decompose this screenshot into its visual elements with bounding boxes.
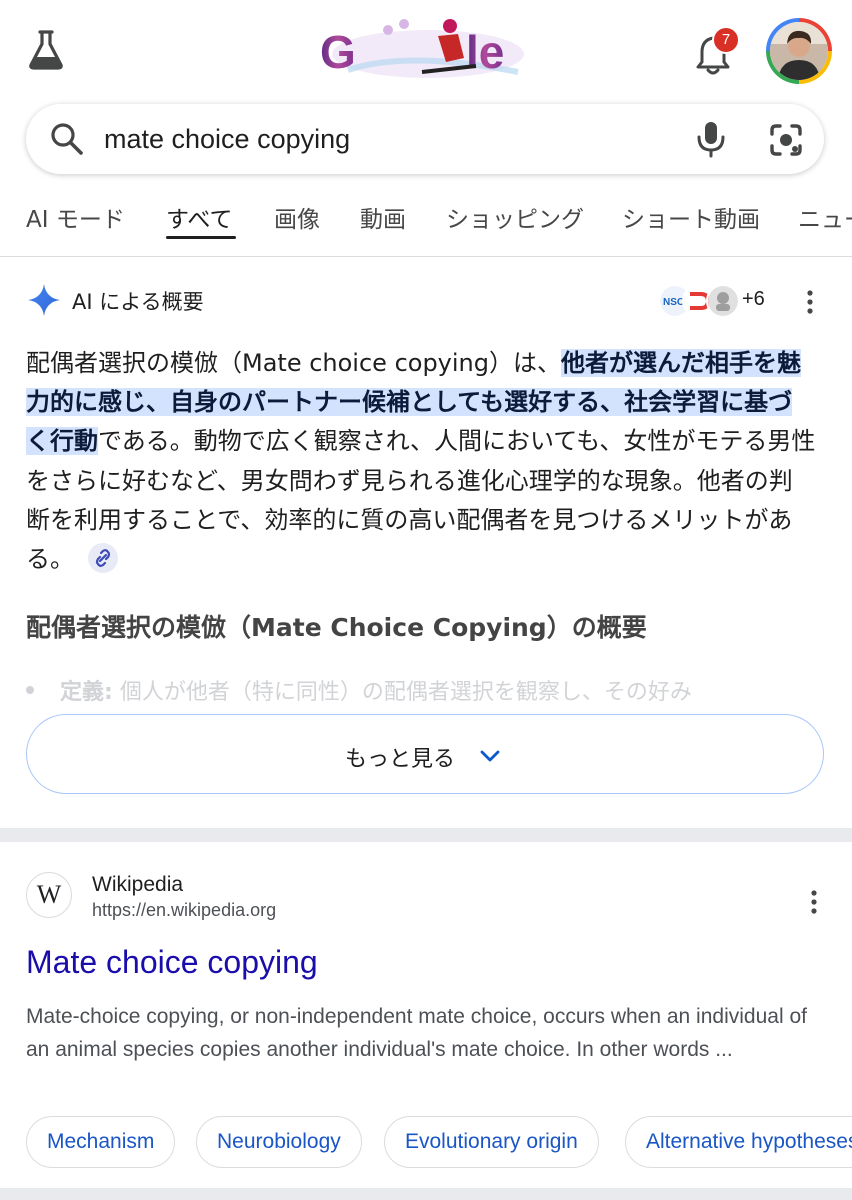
search-bar[interactable]	[26, 104, 824, 174]
notification-count-badge: 7	[712, 26, 740, 54]
chip-mechanism[interactable]: Mechanism	[26, 1116, 176, 1168]
chip-neurobiology[interactable]: Neurobiology	[196, 1116, 362, 1168]
search-tabs: AI モード すべて 画像 動画 ショッピング ショート動画 ニュー	[0, 176, 852, 257]
tab-videos[interactable]: 動画	[360, 200, 406, 234]
ai-overview-header: AI による概要 NSO +6	[26, 282, 826, 322]
tab-short-videos[interactable]: ショート動画	[622, 200, 760, 234]
active-tab-indicator	[166, 236, 236, 239]
mic-icon[interactable]	[694, 120, 728, 158]
tab-all[interactable]: すべて	[166, 200, 232, 234]
more-sources-count[interactable]: +6	[742, 288, 765, 311]
ai-text-rest: である。動物で広く観察され、人間においても、女性がモテる男性をさらに好むなど、男…	[26, 427, 816, 574]
search-input[interactable]	[104, 121, 664, 157]
result-url[interactable]: https://en.wikipedia.org	[92, 900, 276, 921]
ai-overview-subheading: 配偶者選択の模倣（Mate Choice Copying）の概要	[26, 613, 647, 642]
gray-source-icon	[706, 284, 740, 318]
bullet-text: 個人が他者（特に同性）の配偶者選択を観察し、その好み	[119, 680, 692, 705]
result-site-name[interactable]: Wikipedia	[92, 873, 183, 897]
wikipedia-favicon[interactable]: W	[26, 872, 72, 918]
google-doodle-logo[interactable]: G le	[318, 10, 538, 88]
chevron-down-icon	[480, 750, 500, 762]
lens-icon[interactable]	[768, 122, 804, 158]
chip-evolutionary-origin[interactable]: Evolutionary origin	[384, 1116, 599, 1168]
bottom-divider	[0, 1188, 852, 1200]
result-snippet: Mate-choice copying, or non-independent …	[26, 1005, 807, 1061]
tab-ai-mode[interactable]: AI モード	[26, 200, 125, 234]
flask-icon[interactable]	[26, 28, 66, 72]
svg-text:le: le	[466, 26, 504, 78]
section-divider	[0, 828, 852, 842]
source-favicons[interactable]: NSO	[658, 284, 748, 318]
bullet-label: 定義:	[60, 680, 113, 705]
ai-overview-title: AI による概要	[72, 290, 204, 314]
result-more-vert-icon[interactable]	[804, 888, 824, 916]
sparkle-icon	[28, 284, 60, 316]
avatar-photo	[770, 22, 828, 80]
link-icon[interactable]	[88, 543, 118, 574]
show-more-label: もっと見る	[345, 747, 456, 772]
show-more-button[interactable]: もっと見る	[26, 714, 824, 794]
tab-images[interactable]: 画像	[274, 200, 320, 234]
svg-text:G: G	[320, 26, 356, 78]
faded-bullet: 定義: 個人が他者（特に同性）の配偶者選択を観察し、その好み	[26, 674, 826, 714]
notifications[interactable]: 7	[690, 26, 740, 78]
search-icon[interactable]	[50, 122, 84, 156]
bullet-dot	[26, 686, 34, 694]
tab-news[interactable]: ニュー	[798, 200, 852, 234]
result-chips: Mechanism Neurobiology Evolutionary orig…	[26, 1116, 852, 1172]
chip-alternative-hypotheses[interactable]: Alternative hypotheses	[625, 1116, 852, 1168]
user-avatar[interactable]	[766, 18, 832, 84]
more-vert-icon[interactable]	[800, 288, 820, 316]
ai-overview-text: 配偶者選択の模倣（Mate choice copying）は、他者が選んだ相手を…	[26, 344, 816, 579]
tab-shopping[interactable]: ショッピング	[446, 200, 584, 234]
ai-text-intro: 配偶者選択の模倣（Mate choice copying）は、	[26, 349, 561, 377]
result-title-link[interactable]: Mate choice copying	[26, 944, 318, 981]
top-bar: G le 7	[0, 0, 852, 100]
